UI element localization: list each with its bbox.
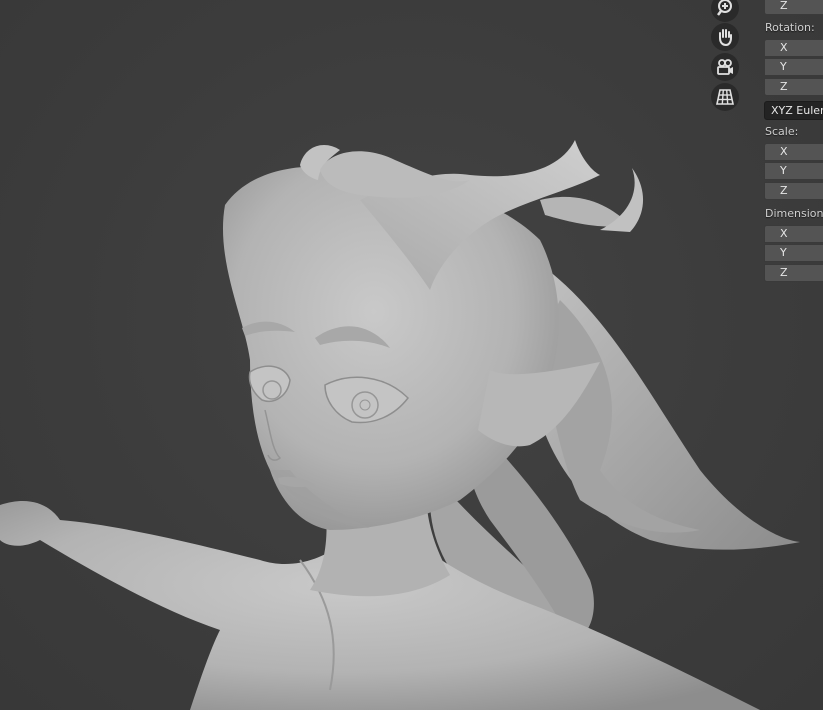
scale-x-field[interactable]: X [764,143,823,161]
zoom-icon [717,0,732,16]
rotation-y-field[interactable]: Y [764,58,823,76]
rotation-label: Rotation: [765,21,815,34]
pan-button[interactable] [711,23,739,51]
scale-z-field[interactable]: Z [764,182,823,200]
orthographic-grid-icon [716,89,734,105]
sculpt-model-render [0,140,800,710]
camera-view-button[interactable] [711,53,739,81]
rotation-z-field[interactable]: Z [764,78,823,96]
scale-label: Scale: [765,125,799,138]
3d-viewport[interactable]: Z Rotation: X Y Z XYZ Euler Scale: X Y Z… [0,0,823,710]
dimensions-x-field[interactable]: X [764,225,823,243]
dimensions-y-field[interactable]: Y [764,244,823,262]
transform-panel: Z Rotation: X Y Z XYZ Euler Scale: X Y Z… [760,0,823,710]
rotation-x-field[interactable]: X [764,39,823,57]
dimensions-z-field[interactable]: Z [764,264,823,282]
camera-view-icon [717,59,733,75]
location-z-field[interactable]: Z [764,0,823,15]
pan-hand-icon [719,29,732,47]
ortho-toggle-button[interactable] [711,83,739,111]
scale-y-field[interactable]: Y [764,162,823,180]
rotation-mode-dropdown[interactable]: XYZ Euler [764,101,823,120]
dimensions-label: Dimensions: [765,207,823,220]
